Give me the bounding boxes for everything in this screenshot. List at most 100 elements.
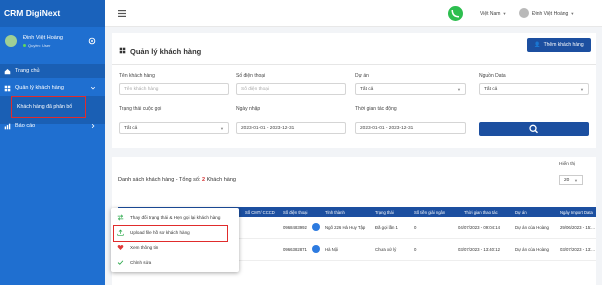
call-button[interactable] [448, 6, 463, 21]
grid-icon [119, 47, 126, 54]
cell-status: Đã gọi lần 1 [375, 225, 398, 230]
column-header: Ngày Import Data [560, 209, 593, 215]
grid-icon [4, 85, 11, 91]
highlight-box [11, 96, 86, 118]
filter-panel: Quản lý khách hàng 👤 Thêm khách hàng Tên … [112, 33, 596, 148]
cell-phone: 0966382871 [283, 247, 307, 252]
menu-item-change-status[interactable]: Thay đổi trạng thái & Hẹn gọi lại khách … [111, 211, 239, 224]
action-time-range[interactable]: 2023-01-01 - 2023-12-31 [355, 122, 466, 134]
menu-item-label: Chỉnh sửa [130, 260, 152, 265]
select-value: Tất cả [124, 125, 138, 131]
filter-label: Nguồn Data [479, 73, 506, 79]
page-title: Quản lý khách hàng [130, 47, 202, 56]
page-size-label: Hiển thị [559, 162, 576, 167]
import-date-range[interactable]: 2023-01-01 - 2023-12-31 [236, 122, 346, 134]
filter-label: Thời gian tác động [355, 106, 397, 112]
heart-icon [117, 245, 124, 250]
column-header: Số CMT/ CCCD [245, 209, 275, 215]
chevron-down-icon: ▼ [502, 11, 507, 16]
chevron-down-icon: ▼ [580, 87, 584, 92]
cell-import-date: 29/06/2023 - 15:... [560, 225, 595, 230]
cell-status: Chưa xử lý [375, 247, 397, 252]
add-customer-button[interactable]: 👤 Thêm khách hàng [527, 38, 591, 52]
user-role-text: Quyền: User [28, 43, 51, 48]
column-header: Số tiền giải ngân [414, 209, 446, 215]
add-customer-label: Thêm khách hàng [543, 42, 584, 48]
sidebar-item-home[interactable]: Trang chủ [0, 64, 105, 78]
cell-project: Dự án của Hoàng [515, 225, 549, 230]
cell-import-date: 03/07/2023 - 13:... [560, 247, 595, 252]
brand-title: CRM DigiNext [0, 0, 105, 27]
menu-item-label: Xem thông tin [130, 245, 159, 250]
language-label: Việt Nam [480, 11, 501, 17]
search-button[interactable] [479, 122, 589, 136]
cell-province: Hà Nội [325, 247, 339, 252]
chart-icon [4, 123, 11, 129]
cell-time: 04/07/2023 - 09:04:14 [458, 225, 501, 230]
phone-icon[interactable] [312, 245, 320, 253]
chevron-down-icon: ▼ [220, 126, 224, 131]
avatar [5, 35, 17, 47]
chevron-down-icon [90, 86, 96, 90]
filter-label: Trạng thái cuộc gọi [119, 106, 162, 112]
menu-item-label: Thay đổi trạng thái & Hẹn gọi lại khách … [130, 215, 221, 220]
list-title-suffix: Khách hàng [206, 177, 236, 183]
cell-phone: 0968483992 [283, 225, 307, 230]
column-header: Tỉnh thành [325, 209, 345, 215]
filter-label: Dự án [355, 73, 369, 79]
gear-icon[interactable] [88, 37, 96, 45]
sidebar-item-label: Báo cáo [15, 123, 36, 129]
list-title-prefix: Danh sách khách hàng - Tổng số: [118, 177, 201, 183]
top-user-name: Đinh Việt Hoàng [532, 11, 569, 17]
filter-label: Số điện thoại [236, 73, 266, 79]
language-select[interactable]: Việt Nam ▼ [480, 11, 506, 17]
project-select[interactable]: Tất cả ▼ [355, 83, 466, 95]
column-header: Số điện thoại [283, 209, 308, 215]
call-status-select[interactable]: Tất cả ▼ [119, 122, 229, 134]
column-header: Thời gian thao tác [464, 209, 498, 215]
cell-amount: 0 [414, 225, 417, 230]
sidebar: CRM DigiNext Đinh Việt Hoàng Quyền: User… [0, 0, 105, 285]
divider [112, 64, 596, 65]
check-icon [117, 260, 124, 265]
sidebar-item-reports[interactable]: Báo cáo [0, 119, 105, 133]
home-icon [4, 68, 11, 74]
avatar[interactable] [519, 8, 529, 18]
select-value: Tất cả [484, 86, 498, 92]
user-block: Đinh Việt Hoàng Quyền: User [0, 27, 105, 60]
phone-input[interactable]: Số điện thoại [236, 83, 346, 95]
source-select[interactable]: Tất cả ▼ [479, 83, 589, 95]
select-value: Tất cả [360, 86, 374, 92]
chevron-down-icon: ▼ [457, 87, 461, 92]
menu-item-edit[interactable]: Chỉnh sửa [111, 256, 239, 269]
online-dot-icon [23, 44, 26, 48]
user-role: Quyền: User [23, 43, 50, 48]
total-count: 2 [201, 177, 206, 183]
page-size-select[interactable]: 20 ▼ [559, 175, 583, 185]
chevron-down-icon: ▼ [570, 11, 575, 16]
topbar: Việt Nam ▼ Đinh Việt Hoàng ▼ [105, 0, 602, 27]
cell-province: Ngõ 226 Hà Huy Tập [325, 225, 366, 230]
hamburger-icon[interactable] [118, 10, 126, 17]
column-header: Dự án [515, 209, 527, 215]
highlight-box [113, 225, 228, 242]
phone-icon [451, 10, 459, 18]
user-menu[interactable]: Đinh Việt Hoàng ▼ [532, 11, 574, 17]
phone-icon[interactable] [312, 223, 320, 231]
sidebar-item-label: Quản lý khách hàng [15, 85, 64, 91]
cell-time: 03/07/2023 - 13:40:12 [458, 247, 501, 252]
list-title: Danh sách khách hàng - Tổng số: 2 Khách … [118, 177, 236, 183]
filter-label: Tên khách hàng [119, 73, 155, 79]
chevron-right-icon [91, 123, 95, 129]
user-name: Đinh Việt Hoàng [23, 35, 63, 41]
customer-name-input[interactable]: Tên khách hàng [119, 83, 229, 95]
menu-item-view-info[interactable]: Xem thông tin [111, 241, 239, 254]
chevron-down-icon: ▼ [574, 178, 578, 183]
person-add-icon: 👤 [534, 42, 541, 48]
swap-icon [117, 214, 124, 221]
column-header: Trạng thái [375, 209, 394, 215]
sidebar-item-customers[interactable]: Quản lý khách hàng [0, 81, 105, 95]
cell-project: Dự án của Hoàng [515, 247, 549, 252]
page-size-value: 20 [564, 177, 570, 183]
filter-label: Ngày nhập [236, 106, 261, 112]
